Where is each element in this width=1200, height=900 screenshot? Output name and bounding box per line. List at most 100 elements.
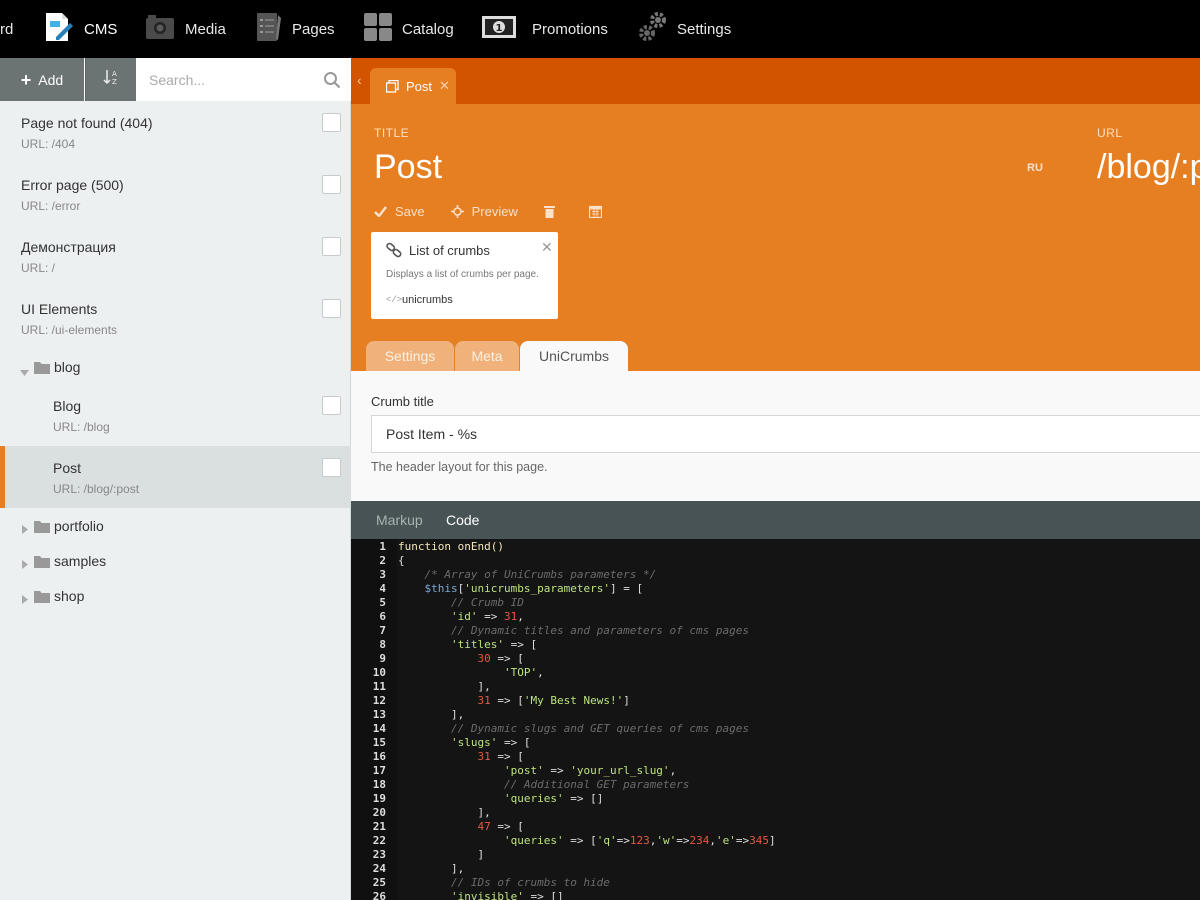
folder-name: samples — [54, 553, 107, 569]
schedule-button[interactable] — [588, 205, 610, 218]
page-select-checkbox[interactable] — [322, 237, 341, 256]
url-input[interactable]: /blog/:post — [1097, 148, 1200, 187]
remove-component-icon[interactable]: ✕ — [541, 239, 553, 256]
add-button[interactable]: + Add — [0, 58, 84, 101]
nav-settings[interactable]: Settings — [638, 0, 731, 58]
folder-samples[interactable]: samples — [0, 547, 351, 577]
folder-shop[interactable]: shop — [0, 582, 351, 612]
line-number: 12 — [372, 694, 386, 707]
title-field-label: TITLE — [374, 126, 410, 140]
code-icon: </> — [386, 295, 403, 305]
code-line: 23 ] — [351, 848, 1200, 862]
delete-button[interactable] — [543, 205, 563, 218]
preview-label: Preview — [471, 203, 518, 219]
page-list-item[interactable]: Error page (500) URL: /error — [0, 163, 351, 225]
code-text: 31 => ['My Best News!'] — [477, 694, 630, 707]
search-input[interactable] — [136, 58, 314, 101]
save-button[interactable]: Save — [374, 204, 425, 219]
tab-markup[interactable]: Markup — [376, 512, 423, 528]
document-tab-post[interactable]: Post ✕ — [370, 68, 456, 104]
sort-icon: AZ — [103, 69, 119, 90]
close-tab-icon[interactable]: ✕ — [439, 78, 450, 94]
crumb-title-input[interactable] — [371, 415, 1200, 453]
page-list-item-active[interactable]: Post URL: /blog/:post — [0, 446, 351, 508]
search-icon[interactable] — [323, 71, 341, 94]
code-editor[interactable]: 1 function onEnd() 2{3 /* Array of UniCrum… — [351, 539, 1200, 900]
line-number: 21 — [372, 820, 386, 833]
page-list-item[interactable]: UI Elements URL: /ui-elements — [0, 287, 351, 349]
nav-media[interactable]: Media — [145, 0, 226, 58]
code-line: 6 'id' => 31, — [351, 610, 1200, 624]
component-card[interactable]: List of crumbs ✕ Displays a list of crum… — [371, 232, 558, 319]
page-url: URL: /404 — [21, 137, 76, 151]
line-number: 13 — [372, 708, 386, 721]
nav-pages[interactable]: Pages — [256, 0, 335, 58]
page-url: URL: / — [21, 261, 56, 275]
page-list-item[interactable]: Blog URL: /blog — [0, 384, 351, 446]
svg-text:1: 1 — [496, 23, 503, 34]
locale-switcher[interactable]: RU — [1027, 162, 1043, 174]
folder-icon — [34, 555, 50, 571]
caret-right-icon[interactable] — [22, 556, 28, 572]
page-select-checkbox[interactable] — [322, 299, 341, 318]
page-select-checkbox[interactable] — [322, 396, 341, 415]
settings-icon — [638, 11, 668, 47]
tab-unicrumbs[interactable]: UniCrumbs — [520, 341, 628, 371]
caret-down-icon[interactable] — [20, 363, 29, 379]
caret-right-icon[interactable] — [22, 591, 28, 607]
page-select-checkbox[interactable] — [322, 458, 341, 477]
nav-cms[interactable]: CMS — [42, 0, 117, 58]
caret-right-icon[interactable] — [22, 521, 28, 537]
code-line: 11 ], — [351, 680, 1200, 694]
nav-settings-label: Settings — [677, 20, 732, 38]
folder-blog[interactable]: blog — [0, 353, 351, 383]
code-line: 10 'TOP', — [351, 666, 1200, 680]
line-number: 7 — [379, 624, 386, 637]
catalog-icon — [364, 13, 392, 45]
code-line: 2{ — [351, 554, 1200, 568]
page-title: Page not found (404) — [21, 115, 153, 131]
page-select-checkbox[interactable] — [322, 175, 341, 194]
page-list-item[interactable]: Page not found (404) URL: /404 — [0, 101, 351, 163]
promotions-icon: 1 — [482, 16, 516, 42]
line-number: 1 — [379, 540, 386, 553]
code-text: ], — [398, 862, 465, 875]
crumb-title-help: The header layout for this page. — [371, 460, 548, 474]
code-tabs: Markup Code — [351, 501, 1200, 539]
folder-portfolio[interactable]: portfolio — [0, 512, 351, 542]
collapse-sidebar-icon[interactable]: ‹ — [357, 72, 362, 88]
tab-meta[interactable]: Meta — [455, 341, 519, 371]
tab-code[interactable]: Code — [446, 512, 479, 528]
page-title: Error page (500) — [21, 177, 124, 193]
nav-catalog[interactable]: Catalog — [364, 0, 454, 58]
tab-settings[interactable]: Settings — [366, 341, 454, 371]
line-number: 4 — [379, 582, 386, 595]
title-input[interactable]: Post — [374, 148, 442, 187]
nav-promotions[interactable]: 1 Promotions — [482, 0, 608, 58]
nav-dashboard[interactable]: rd — [0, 0, 13, 58]
save-label: Save — [395, 203, 425, 219]
code-text: 'TOP', — [503, 666, 544, 679]
code-line: 13 ], — [351, 708, 1200, 722]
page-list-item[interactable]: Демонстрация URL: / — [0, 225, 351, 287]
page-select-checkbox[interactable] — [322, 113, 341, 132]
nav-media-label: Media — [185, 20, 226, 38]
crumb-title-label: Crumb title — [371, 394, 434, 409]
preview-button[interactable]: Preview — [450, 203, 518, 219]
code-line: 3 /* Array of UniCrumbs parameters */ — [351, 568, 1200, 582]
sidebar-toolbar: + Add AZ — [0, 58, 351, 101]
media-icon — [145, 14, 175, 44]
code-line: 15 'slugs' => [ — [351, 736, 1200, 750]
code-line: 21 47 => [ — [351, 820, 1200, 834]
code-line: 8 'titles' => [ — [351, 638, 1200, 652]
line-number: 18 — [372, 778, 386, 791]
document-tab-label: Post — [406, 78, 433, 94]
line-number: 19 — [372, 792, 386, 805]
code-text: 'queries' => [] — [503, 792, 604, 805]
code-line: 12 31 => ['My Best News!'] — [351, 694, 1200, 708]
line-number: 3 — [379, 568, 386, 581]
sort-button[interactable]: AZ — [85, 58, 136, 101]
svg-text:A: A — [112, 70, 117, 78]
page-title: Blog — [53, 398, 82, 414]
trash-icon — [543, 205, 555, 218]
